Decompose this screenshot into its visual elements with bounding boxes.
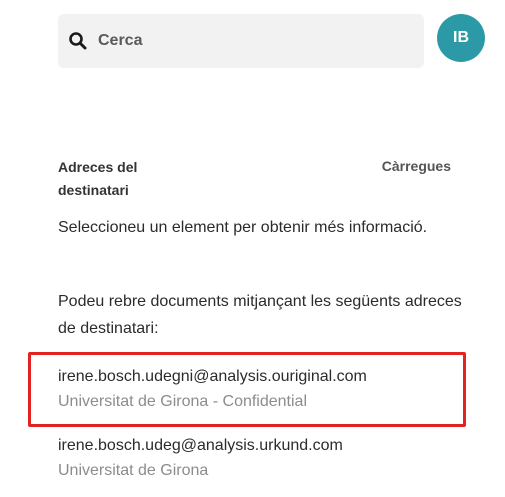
search-icon [68, 31, 88, 51]
recipient-addresses-heading: Adreces del destinatari [58, 159, 138, 198]
address-item[interactable]: irene.bosch.udeg@analysis.urkund.com Uni… [58, 435, 478, 482]
select-item-prompt: Seleccioneu un element per obtenir més i… [58, 219, 428, 236]
highlight-box [28, 352, 466, 427]
uploads-heading[interactable]: Càrregues [382, 156, 451, 176]
search-bar[interactable] [58, 14, 424, 68]
address-organization: Universitat de Girona [58, 462, 209, 479]
address-email: irene.bosch.udeg@analysis.urkund.com [58, 437, 343, 454]
avatar[interactable]: IB [437, 14, 485, 62]
search-input[interactable] [96, 31, 400, 51]
addresses-intro: Podeu rebre documents mitjançant les seg… [58, 293, 462, 337]
